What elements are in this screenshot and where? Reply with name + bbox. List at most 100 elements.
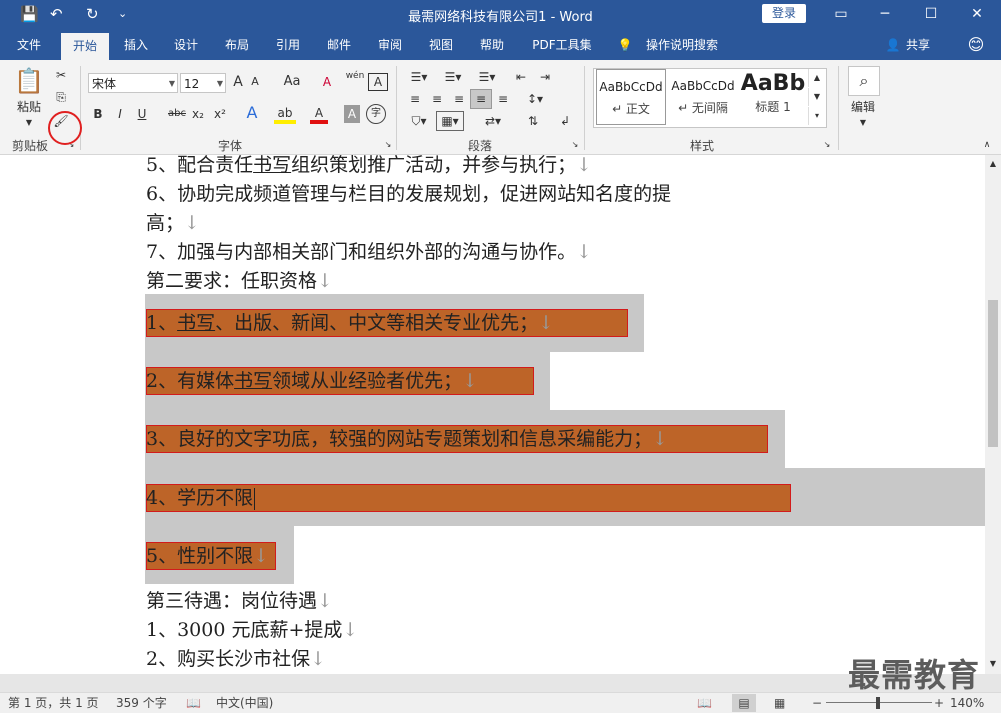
- collapse-ribbon-icon[interactable]: ∧: [980, 136, 994, 154]
- style-no-spacing[interactable]: AaBbCcDd ↵ 无间隔: [668, 69, 738, 125]
- tab-references[interactable]: 引用: [267, 30, 309, 60]
- doc-line[interactable]: 1、3000 元底薪+提成↓: [146, 617, 358, 643]
- language-status[interactable]: 中文(中国): [216, 693, 273, 713]
- doc-line[interactable]: 2、购买长沙市社保↓: [146, 646, 326, 672]
- font-size-combo[interactable]: 12 ▼: [180, 73, 226, 93]
- paragraph-launcher-icon[interactable]: ↘: [570, 136, 580, 154]
- borders-icon[interactable]: ▦▾: [436, 111, 464, 131]
- restore-button[interactable]: ☐: [916, 2, 946, 26]
- doc-line[interactable]: 6、协助完成频道管理与栏目的发展规划，促进网站知名度的提: [146, 181, 671, 207]
- grow-font-icon[interactable]: A: [230, 73, 246, 91]
- share-button[interactable]: 共享: [904, 30, 932, 60]
- shading-icon[interactable]: ⛉▾: [406, 112, 432, 130]
- tab-view[interactable]: 视图: [420, 30, 462, 60]
- read-mode-icon[interactable]: 📖: [697, 693, 712, 713]
- zoom-level[interactable]: 140%: [950, 693, 984, 713]
- tab-mailings[interactable]: 邮件: [318, 30, 360, 60]
- doc-line-selected[interactable]: 5、性别不限↓: [146, 543, 269, 569]
- distributed-icon[interactable]: ≡: [494, 90, 512, 108]
- font-launcher-icon[interactable]: ↘: [383, 136, 393, 154]
- doc-line[interactable]: 第二要求：任职资格↓: [146, 268, 333, 294]
- zoom-in-button[interactable]: +: [934, 693, 944, 713]
- enclose-char-icon[interactable]: 字: [366, 104, 386, 124]
- tab-pdf-tools[interactable]: PDF工具集: [527, 30, 597, 60]
- word-count[interactable]: 359 个字: [116, 693, 167, 713]
- doc-line[interactable]: 7、加强与内部相关部门和组织外部的沟通与协作。↓: [146, 239, 592, 265]
- justify-icon[interactable]: ≡: [470, 89, 492, 109]
- doc-line-selected[interactable]: 3、良好的文字功底，较强的网站专题策划和信息采编能力；↓: [146, 426, 668, 452]
- change-case-icon[interactable]: Aa: [280, 73, 304, 91]
- align-left-icon[interactable]: ≡: [406, 90, 424, 108]
- tab-home[interactable]: 开始: [61, 33, 109, 60]
- doc-line-selected[interactable]: 2、有媒体书写领域从业经验者优先；↓: [146, 368, 478, 394]
- tab-file[interactable]: 文件: [6, 30, 52, 60]
- page-count[interactable]: 第 1 页，共 1 页: [8, 693, 99, 713]
- doc-line-selected[interactable]: 4、学历不限: [146, 485, 256, 511]
- align-right-icon[interactable]: ≡: [450, 90, 468, 108]
- shrink-font-icon[interactable]: A: [248, 73, 262, 91]
- paste-icon[interactable]: 📋: [14, 66, 44, 96]
- font-color-icon[interactable]: A: [310, 104, 328, 124]
- doc-line[interactable]: 第三待遇：岗位待遇↓: [146, 588, 333, 614]
- clear-format-icon[interactable]: A: [318, 73, 336, 91]
- subscript-button[interactable]: x₂: [190, 105, 206, 123]
- scroll-down-icon[interactable]: ▼: [988, 655, 998, 673]
- paste-dropdown-icon[interactable]: ▼: [24, 114, 34, 132]
- zoom-slider-thumb[interactable]: [876, 697, 880, 709]
- scroll-up-icon[interactable]: ▲: [988, 155, 998, 173]
- doc-line-selected[interactable]: 1、书写、出版、新闻、中文等相关专业优先；↓: [146, 310, 554, 336]
- tab-insert[interactable]: 插入: [115, 30, 157, 60]
- styles-more-icon[interactable]: ▾: [808, 107, 825, 125]
- text-effects-icon[interactable]: A: [243, 104, 261, 122]
- chinese-layout-icon[interactable]: ⇄▾: [480, 112, 506, 130]
- cut-icon[interactable]: ✂: [52, 66, 70, 84]
- styles-scroll-up-icon[interactable]: ▲: [808, 69, 825, 87]
- show-marks-icon[interactable]: ↲: [556, 112, 574, 130]
- login-button[interactable]: 登录: [762, 4, 806, 23]
- pinyin-guide-icon[interactable]: wén: [345, 70, 365, 82]
- zoom-out-button[interactable]: −: [812, 693, 822, 713]
- bullets-icon[interactable]: ☰▾: [406, 68, 432, 86]
- redo-icon[interactable]: ↻: [86, 4, 99, 24]
- copy-icon[interactable]: ⎘: [52, 88, 70, 106]
- customize-qat-icon[interactable]: ⌄: [118, 4, 127, 24]
- styles-launcher-icon[interactable]: ↘: [822, 136, 832, 154]
- line-spacing-icon[interactable]: ↕▾: [522, 90, 548, 108]
- doc-line[interactable]: 5、配合责任书写组织策划推广活动，并参与执行；↓: [146, 155, 592, 178]
- highlight-color-icon[interactable]: ab: [274, 104, 296, 124]
- tab-review[interactable]: 审阅: [369, 30, 411, 60]
- bold-button[interactable]: B: [90, 105, 106, 123]
- editing-dropdown-icon[interactable]: ▼: [858, 114, 868, 132]
- search-icon[interactable]: ⌕: [848, 66, 880, 96]
- smiley-icon[interactable]: 😊: [965, 30, 987, 60]
- tab-layout[interactable]: 布局: [216, 30, 258, 60]
- print-layout-icon[interactable]: ▤: [732, 694, 756, 712]
- numbering-icon[interactable]: ☰▾: [440, 68, 466, 86]
- ribbon-display-icon[interactable]: ▭: [826, 2, 856, 26]
- tab-design[interactable]: 设计: [165, 30, 207, 60]
- sort-icon[interactable]: ⇅: [524, 112, 542, 130]
- styles-scroll-down-icon[interactable]: ▼: [808, 88, 825, 106]
- superscript-button[interactable]: x²: [212, 105, 228, 123]
- scrollbar-thumb[interactable]: [988, 300, 998, 447]
- proofing-icon[interactable]: 📖: [186, 693, 201, 713]
- char-border-icon[interactable]: A: [368, 73, 388, 91]
- italic-button[interactable]: I: [112, 105, 128, 123]
- minimize-button[interactable]: ─: [870, 2, 900, 26]
- style-heading-1[interactable]: AaBb 标题 1: [740, 69, 806, 125]
- undo-icon[interactable]: ↶: [50, 4, 63, 24]
- increase-indent-icon[interactable]: ⇥: [536, 68, 554, 86]
- doc-line[interactable]: 高；↓: [146, 210, 200, 236]
- close-button[interactable]: ✕: [962, 2, 992, 26]
- tab-help[interactable]: 帮助: [471, 30, 513, 60]
- decrease-indent-icon[interactable]: ⇤: [512, 68, 530, 86]
- underline-button[interactable]: U: [134, 105, 150, 123]
- web-layout-icon[interactable]: ▦: [774, 693, 785, 713]
- font-name-combo[interactable]: 宋体 ▼: [88, 73, 178, 93]
- tell-me-search[interactable]: 操作说明搜索: [640, 30, 724, 60]
- align-center-icon[interactable]: ≡: [428, 90, 446, 108]
- save-icon[interactable]: 💾: [20, 4, 39, 24]
- style-normal[interactable]: AaBbCcDd ↵ 正文: [596, 69, 666, 125]
- char-shading-icon[interactable]: A: [344, 105, 360, 123]
- multilevel-list-icon[interactable]: ☰▾: [474, 68, 500, 86]
